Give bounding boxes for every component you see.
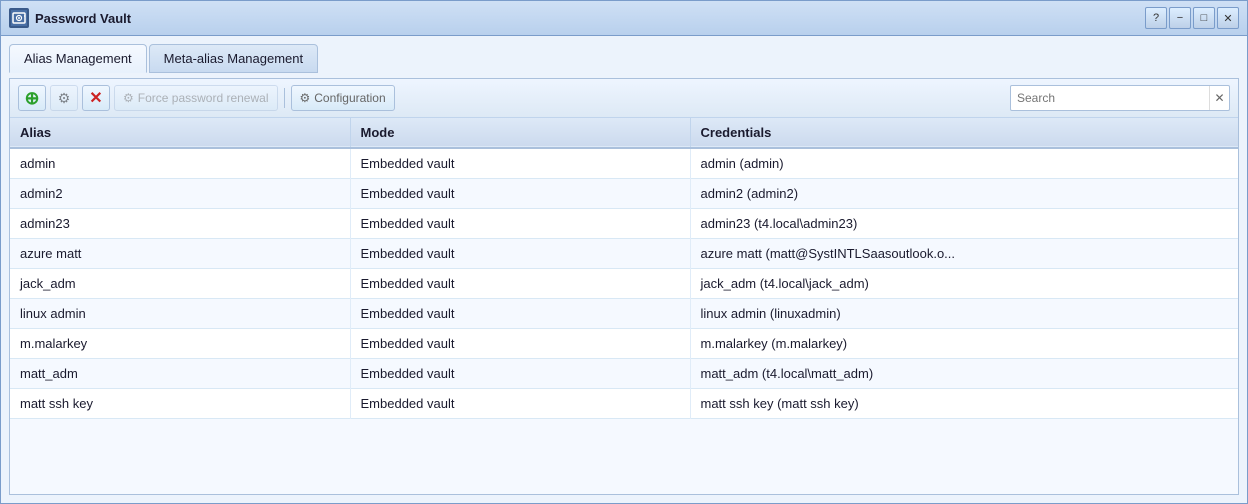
toolbar: ⊕ ⚙ ✕ ⚙ Force password renewal ⚙ Configu… (10, 79, 1238, 118)
toolbar-separator (284, 88, 285, 108)
credentials-cell: admin2 (admin2) (690, 179, 1238, 209)
title-bar-left: Password Vault (9, 8, 131, 28)
credentials-cell: matt ssh key (matt ssh key) (690, 389, 1238, 419)
delete-icon: ✕ (89, 88, 102, 108)
alias-cell: m.malarkey (10, 329, 350, 359)
table-row[interactable]: m.malarkeyEmbedded vaultm.malarkey (m.ma… (10, 329, 1238, 359)
credentials-cell: admin23 (t4.local\admin23) (690, 209, 1238, 239)
maximize-button[interactable]: □ (1193, 7, 1215, 29)
table-row[interactable]: linux adminEmbedded vaultlinux admin (li… (10, 299, 1238, 329)
mode-cell: Embedded vault (350, 209, 690, 239)
configuration-icon: ⚙ (300, 91, 311, 105)
add-icon: ⊕ (24, 88, 39, 109)
alias-cell: matt ssh key (10, 389, 350, 419)
window-title: Password Vault (35, 11, 131, 26)
mode-cell: Embedded vault (350, 179, 690, 209)
credentials-cell: matt_adm (t4.local\matt_adm) (690, 359, 1238, 389)
mode-cell: Embedded vault (350, 359, 690, 389)
edit-button[interactable]: ⚙ (50, 85, 78, 111)
vault-icon (9, 8, 29, 28)
table-container: Alias Mode Credentials adminEmbedded vau… (10, 118, 1238, 494)
title-bar: Password Vault ? − □ ✕ (1, 1, 1247, 36)
table-header-row: Alias Mode Credentials (10, 118, 1238, 148)
table-row[interactable]: jack_admEmbedded vaultjack_adm (t4.local… (10, 269, 1238, 299)
help-button[interactable]: ? (1145, 7, 1167, 29)
table-body: adminEmbedded vaultadmin (admin)admin2Em… (10, 148, 1238, 419)
alias-column-header: Alias (10, 118, 350, 148)
credentials-cell: azure matt (matt@SystINTLSaasoutlook.o..… (690, 239, 1238, 269)
credentials-cell: linux admin (linuxadmin) (690, 299, 1238, 329)
search-clear-button[interactable]: ✕ (1209, 86, 1229, 110)
table-row[interactable]: admin2Embedded vaultadmin2 (admin2) (10, 179, 1238, 209)
alias-cell: admin (10, 148, 350, 179)
add-button[interactable]: ⊕ (18, 85, 46, 111)
delete-button[interactable]: ✕ (82, 85, 110, 111)
mode-cell: Embedded vault (350, 299, 690, 329)
table-row[interactable]: adminEmbedded vaultadmin (admin) (10, 148, 1238, 179)
mode-cell: Embedded vault (350, 239, 690, 269)
mode-column-header: Mode (350, 118, 690, 148)
table-row[interactable]: admin23Embedded vaultadmin23 (t4.local\a… (10, 209, 1238, 239)
search-box: ✕ (1010, 85, 1230, 111)
close-button[interactable]: ✕ (1217, 7, 1239, 29)
alias-table: Alias Mode Credentials adminEmbedded vau… (10, 118, 1238, 419)
tabs-container: Alias Management Meta-alias Management (9, 44, 1239, 73)
alias-cell: admin2 (10, 179, 350, 209)
gear-icon: ⚙ (58, 90, 71, 107)
force-renewal-icon: ⚙ (123, 91, 134, 105)
table-row[interactable]: azure mattEmbedded vaultazure matt (matt… (10, 239, 1238, 269)
tab-meta-alias-management[interactable]: Meta-alias Management (149, 44, 318, 73)
title-bar-controls: ? − □ ✕ (1145, 7, 1239, 29)
content-area: Alias Management Meta-alias Management ⊕… (1, 36, 1247, 503)
credentials-cell: jack_adm (t4.local\jack_adm) (690, 269, 1238, 299)
alias-cell: matt_adm (10, 359, 350, 389)
tab-alias-management[interactable]: Alias Management (9, 44, 147, 73)
tab-panel: ⊕ ⚙ ✕ ⚙ Force password renewal ⚙ Configu… (9, 78, 1239, 495)
table-row[interactable]: matt_admEmbedded vaultmatt_adm (t4.local… (10, 359, 1238, 389)
search-input[interactable] (1011, 91, 1209, 105)
configuration-button[interactable]: ⚙ Configuration (291, 85, 395, 111)
mode-cell: Embedded vault (350, 329, 690, 359)
password-vault-window: Password Vault ? − □ ✕ Alias Management … (0, 0, 1248, 504)
mode-cell: Embedded vault (350, 389, 690, 419)
credentials-column-header: Credentials (690, 118, 1238, 148)
alias-cell: jack_adm (10, 269, 350, 299)
minimize-button[interactable]: − (1169, 7, 1191, 29)
mode-cell: Embedded vault (350, 269, 690, 299)
table-row[interactable]: matt ssh keyEmbedded vaultmatt ssh key (… (10, 389, 1238, 419)
mode-cell: Embedded vault (350, 148, 690, 179)
force-renewal-button[interactable]: ⚙ Force password renewal (114, 85, 278, 111)
alias-cell: admin23 (10, 209, 350, 239)
alias-cell: linux admin (10, 299, 350, 329)
alias-cell: azure matt (10, 239, 350, 269)
credentials-cell: m.malarkey (m.malarkey) (690, 329, 1238, 359)
credentials-cell: admin (admin) (690, 148, 1238, 179)
